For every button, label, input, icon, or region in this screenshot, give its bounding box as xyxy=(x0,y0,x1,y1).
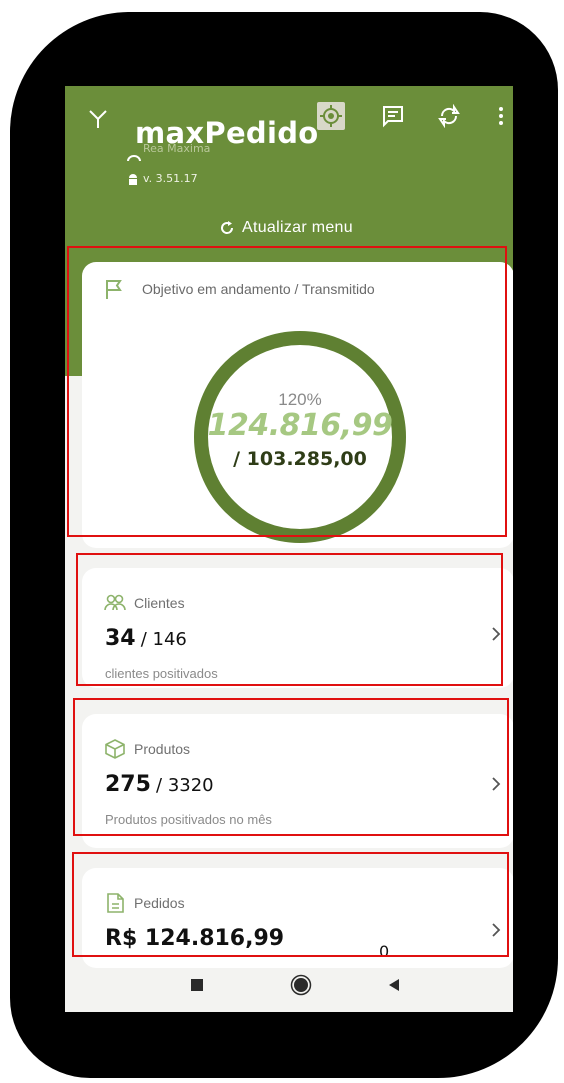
update-menu-label: Atualizar menu xyxy=(242,219,353,236)
recents-button[interactable] xyxy=(191,979,203,991)
goal-highlight-box xyxy=(67,246,507,537)
refresh-icon xyxy=(221,221,234,234)
back-button[interactable] xyxy=(387,978,401,992)
products-highlight-box xyxy=(73,698,509,836)
signal-icon xyxy=(89,110,107,128)
user-icon xyxy=(127,155,141,162)
update-menu-button[interactable]: Atualizar menu xyxy=(218,219,353,237)
more-vert-icon[interactable] xyxy=(495,104,507,128)
clients-highlight-box xyxy=(76,553,503,686)
sync-icon[interactable] xyxy=(437,104,461,128)
gps-icon xyxy=(320,105,342,127)
home-button[interactable] xyxy=(290,974,312,996)
orders-highlight-box xyxy=(72,852,509,957)
android-icon xyxy=(129,174,137,185)
version-label: v. 3.51.17 xyxy=(143,172,198,185)
message-icon[interactable] xyxy=(381,104,405,128)
gps-button[interactable] xyxy=(317,102,345,130)
system-nav-bar xyxy=(65,970,513,1012)
user-name: Rea Maxima xyxy=(143,142,211,155)
